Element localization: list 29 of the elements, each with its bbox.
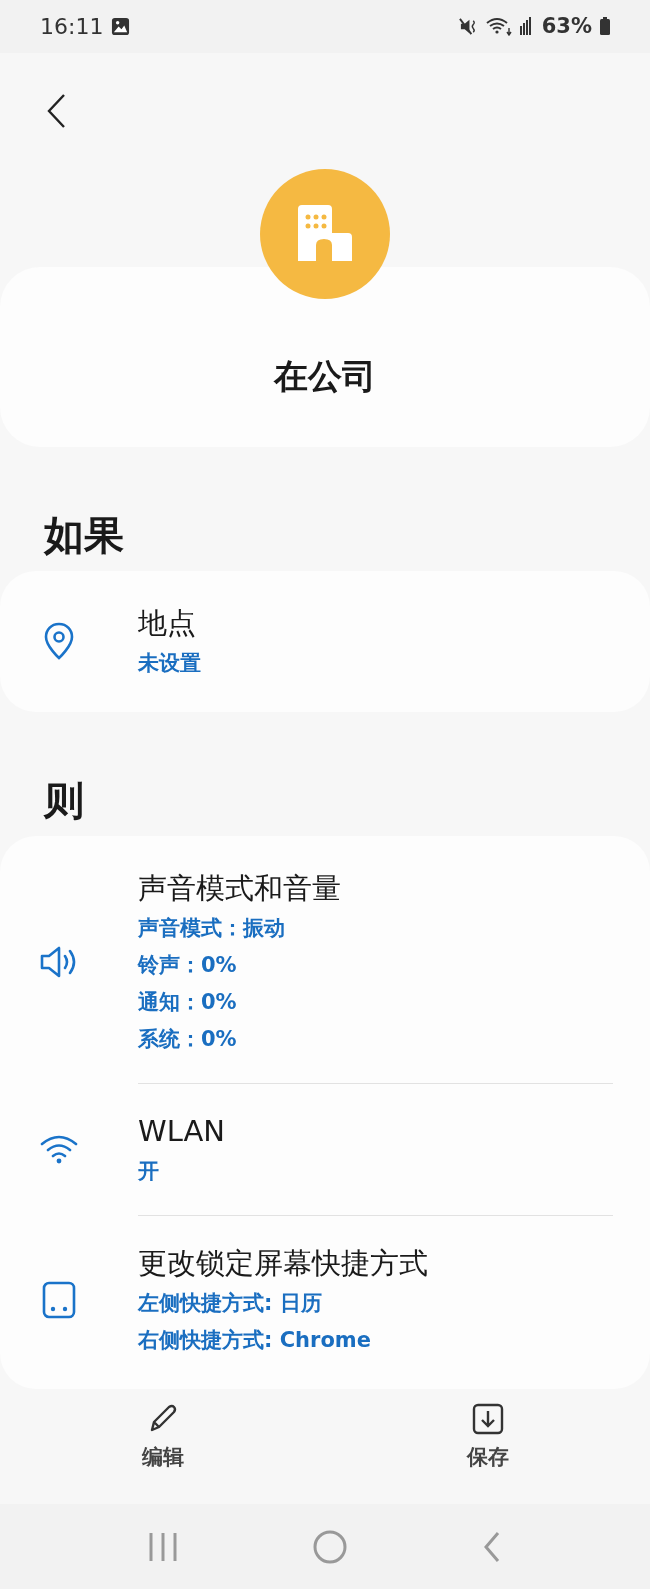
battery-percent: 63% [541, 14, 592, 39]
action-button[interactable]: 保存 [436, 1388, 539, 1505]
item-title[interactable]: 声音模式和音量 [138, 865, 341, 910]
item-detail: 通知：0% [138, 988, 237, 1016]
building-icon[interactable] [260, 168, 390, 299]
status-time: 16:11 [40, 14, 104, 39]
item-detail: 左侧快捷方式: 日历 [138, 1289, 322, 1317]
item-detail: 未设置 [138, 649, 201, 677]
wifi-icon [40, 1134, 78, 1165]
download-box-icon [471, 1402, 504, 1435]
image-icon [111, 17, 131, 36]
routine-name[interactable]: 在公司 [274, 353, 376, 400]
item-detail: 右侧快捷方式: Chrome [138, 1326, 371, 1354]
mute-icon [458, 17, 478, 36]
back-icon[interactable] [46, 92, 66, 129]
item-detail: 铃声：0% [138, 951, 237, 979]
phone-screen-icon [42, 1280, 76, 1319]
item-detail: 开 [138, 1157, 159, 1185]
recent-apps-icon[interactable] [147, 1530, 178, 1563]
action-button[interactable]: 编辑 [111, 1388, 214, 1505]
item-detail: 系统：0% [138, 1025, 237, 1053]
wifi-signal-icon [485, 16, 534, 37]
location-pin-icon [44, 622, 74, 661]
battery-icon [600, 17, 610, 36]
item-title[interactable]: 更改锁定屏幕快捷方式 [138, 1240, 428, 1285]
item-title[interactable]: WLAN [138, 1108, 226, 1153]
item-title[interactable]: 地点 [138, 600, 196, 645]
home-icon[interactable] [313, 1529, 347, 1564]
item-detail: 声音模式：振动 [138, 914, 285, 942]
